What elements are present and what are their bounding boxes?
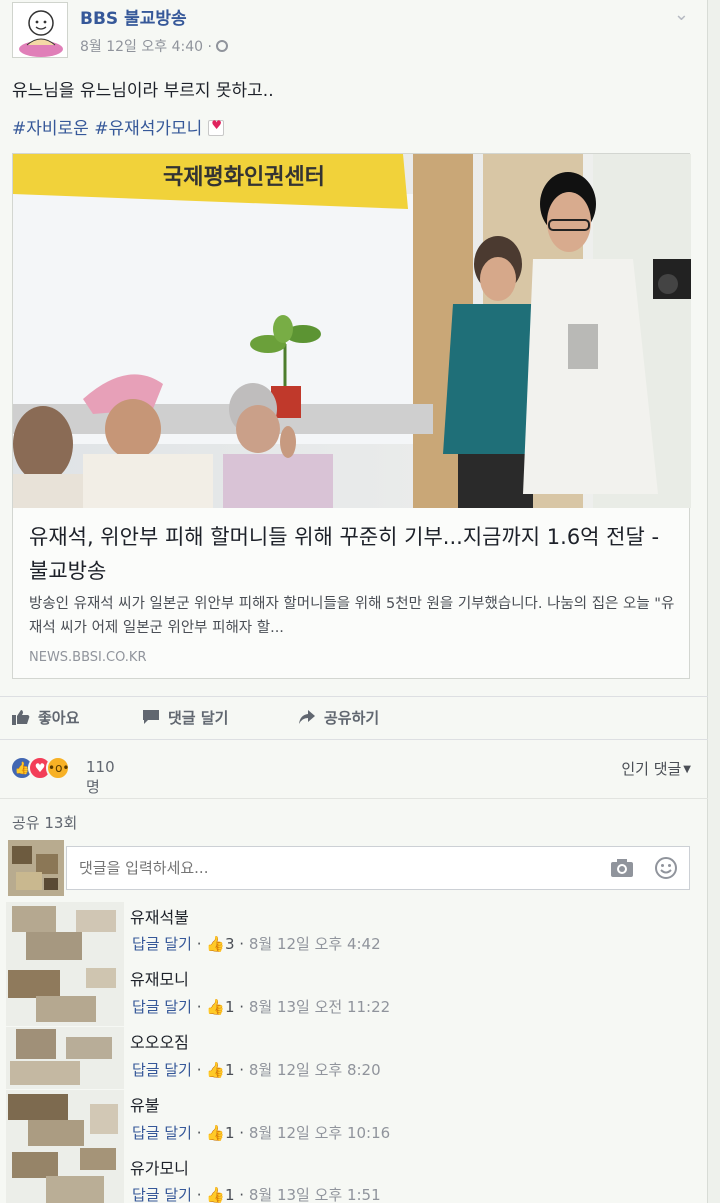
thumbs-up-icon[interactable]: 👍 <box>206 1061 225 1079</box>
like-label: 좋아요 <box>38 709 80 727</box>
banner-text: 국제평화인권센터 <box>163 165 325 190</box>
link-photo[interactable]: 국제평화인권센터 <box>13 154 691 508</box>
caret-down-icon: ▼ <box>683 764 691 775</box>
comment-author[interactable]: 유불 <box>130 1092 159 1116</box>
comment-meta: 답글 달기 · 👍1 · 8월 12일 오후 8:20 <box>132 1061 381 1079</box>
globe-icon <box>215 40 228 52</box>
reaction-count[interactable]: 110명 <box>86 758 115 797</box>
reply-link[interactable]: 답글 달기 <box>132 1124 192 1142</box>
comment-like-count: 1 <box>224 1124 235 1142</box>
thumbs-up-icon[interactable]: 👍 <box>206 1186 225 1203</box>
commenter-avatar <box>6 964 124 1026</box>
sort-label: 인기 댓글 <box>621 760 682 778</box>
comment-time[interactable]: 8월 12일 오후 10:16 <box>249 1124 390 1142</box>
facebook-post: BBS 불교방송 8월 12일 오후 4:40 · ⌄ 유느님을 유느님이라 부… <box>0 0 708 1203</box>
thumbs-up-icon <box>12 710 30 725</box>
like-button[interactable]: 좋아요 <box>12 707 79 728</box>
comment-time[interactable]: 8월 13일 오후 1:51 <box>249 1186 381 1203</box>
comment-input[interactable] <box>66 846 690 890</box>
post-action-bar: 좋아요 댓글 달기 공유하기 <box>0 696 708 740</box>
thumbs-up-icon[interactable]: 👍 <box>206 935 225 953</box>
comment-time[interactable]: 8월 13일 오전 11:22 <box>249 998 390 1016</box>
reply-link[interactable]: 답글 달기 <box>132 935 192 953</box>
comment-like-count: 3 <box>224 935 235 953</box>
news-photo-image: 국제평화인권센터 <box>13 154 691 508</box>
post-timestamp[interactable]: 8월 12일 오후 4:40 · <box>80 36 228 56</box>
post-hashtags[interactable]: #자비로운 #유재석가모니 <box>12 114 225 139</box>
camera-icon[interactable] <box>610 858 634 878</box>
share-label: 공유하기 <box>324 709 380 727</box>
comment-author[interactable]: 오오오짐 <box>130 1029 189 1053</box>
page-avatar[interactable] <box>12 2 68 58</box>
comment-meta: 답글 달기 · 👍1 · 8월 12일 오후 10:16 <box>132 1124 391 1142</box>
comment-bubble-icon <box>143 710 159 724</box>
link-title[interactable]: 유재석, 위안부 피해 할머니들 위해 꾸준히 기부...지금까지 1.6억 전… <box>29 520 679 588</box>
thumbs-up-icon[interactable]: 👍 <box>206 1124 225 1142</box>
emoji-icon[interactable] <box>654 856 678 880</box>
comment-time[interactable]: 8월 12일 오후 8:20 <box>249 1061 381 1079</box>
comment-like-count: 1 <box>224 1061 235 1079</box>
commenter-avatar <box>6 902 124 964</box>
post-time-text[interactable]: 8월 12일 오후 4:40 · <box>80 39 212 55</box>
commenter-avatar <box>6 1027 124 1089</box>
reply-link[interactable]: 답글 달기 <box>132 1186 192 1203</box>
reply-link[interactable]: 답글 달기 <box>132 998 192 1016</box>
hashtags-text[interactable]: #자비로운 #유재석가모니 <box>12 119 202 139</box>
avatar-image <box>8 840 64 896</box>
comment-like-count: 1 <box>224 998 235 1016</box>
divider <box>0 798 708 799</box>
comment-author[interactable]: 유재석불 <box>130 904 189 928</box>
share-count[interactable]: 공유 13회 <box>12 812 77 833</box>
share-arrow-icon <box>299 710 315 724</box>
commenter-avatar <box>6 1090 124 1152</box>
comment-meta: 답글 달기 · 👍3 · 8월 12일 오후 4:42 <box>132 935 381 953</box>
comment-author[interactable]: 유재모니 <box>130 966 189 990</box>
comment-meta: 답글 달기 · 👍1 · 8월 13일 오전 11:22 <box>132 998 391 1016</box>
comment-sort-dropdown[interactable]: 인기 댓글 ▼ <box>621 758 691 779</box>
wow-reaction-icon: •o• <box>46 756 70 780</box>
comment-author[interactable]: 유가모니 <box>130 1155 189 1179</box>
link-domain: NEWS.BBSI.CO.KR <box>29 650 147 665</box>
chevron-down-icon[interactable]: ⌄ <box>674 4 689 25</box>
thumbs-up-icon[interactable]: 👍 <box>206 998 225 1016</box>
share-button[interactable]: 공유하기 <box>298 707 379 728</box>
post-text: 유느님을 유느님이라 부르지 못하고.. <box>12 81 274 101</box>
link-description: 방송인 유재석 씨가 일본군 위안부 피해자 할머니들을 위해 5천만 원을 기… <box>29 596 675 636</box>
comment-like-count: 1 <box>224 1186 235 1203</box>
current-user-avatar <box>8 840 64 896</box>
comment-button[interactable]: 댓글 달기 <box>142 707 228 728</box>
reply-link[interactable]: 답글 달기 <box>132 1061 192 1079</box>
comment-time[interactable]: 8월 12일 오후 4:42 <box>249 935 381 953</box>
monk-logo-icon <box>13 3 67 57</box>
heart-emoji-icon <box>208 118 225 136</box>
comment-label: 댓글 달기 <box>168 709 229 727</box>
link-preview-card[interactable]: 국제평화인권센터 유재석, 위안부 피해 할머니들 위해 꾸준히 기부...지금… <box>12 153 691 679</box>
commenter-avatar <box>6 1146 124 1203</box>
comment-meta: 답글 달기 · 👍1 · 8월 13일 오후 1:51 <box>132 1186 381 1203</box>
page-name[interactable]: BBS 불교방송 <box>80 4 187 29</box>
